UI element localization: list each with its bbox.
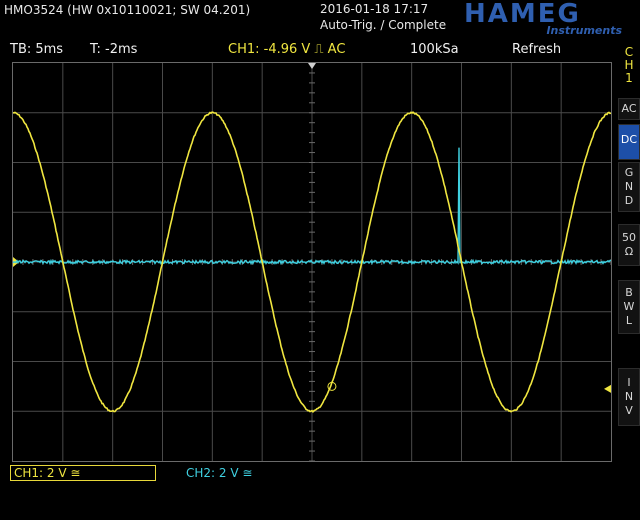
system-info: HMO3524 (HW 0x10110021; SW 04.201) bbox=[4, 3, 251, 17]
button-label: W bbox=[623, 300, 635, 313]
button-label: Ω bbox=[624, 245, 634, 258]
trigger-channel-readout[interactable]: CH1: -4.96 V ⎍ AC bbox=[228, 42, 345, 57]
button-label: DC bbox=[620, 133, 638, 146]
coupling-dc-button[interactable]: DC bbox=[618, 124, 640, 160]
trigger-position-marker bbox=[308, 63, 316, 69]
hameg-logo: HAMEG Instruments bbox=[464, 0, 634, 38]
impedance-50ohm-button[interactable]: 50 Ω bbox=[618, 224, 640, 266]
status-bar: TB: 5ms T: -2ms CH1: -4.96 V ⎍ AC 100kSa… bbox=[0, 40, 614, 60]
button-label: 50 bbox=[622, 231, 636, 244]
timebase-readout[interactable]: TB: 5ms bbox=[10, 42, 63, 57]
ch1-scale-label[interactable]: CH1: 2 V ≅ bbox=[10, 465, 156, 481]
trigger-time-readout[interactable]: T: -2ms bbox=[90, 42, 137, 57]
sample-rate-readout: 100kSa bbox=[410, 42, 459, 57]
invert-button[interactable]: I N V bbox=[618, 368, 640, 426]
bandwidth-limit-button[interactable]: B W L bbox=[618, 280, 640, 334]
waveform-display bbox=[13, 63, 611, 461]
trigger-level-marker bbox=[604, 384, 611, 393]
channel-select-indicator[interactable]: C H 1 bbox=[618, 46, 640, 96]
button-label: D bbox=[624, 194, 634, 207]
button-label: N bbox=[624, 180, 634, 193]
trigger-state: Auto-Trig. / Complete bbox=[320, 18, 447, 32]
button-label: AC bbox=[621, 102, 637, 115]
button-label: V bbox=[625, 404, 633, 417]
acquisition-mode-readout[interactable]: Refresh bbox=[512, 42, 561, 57]
button-label: I bbox=[627, 376, 631, 389]
button-label: G bbox=[624, 166, 634, 179]
button-label: L bbox=[625, 314, 633, 327]
datetime: 2016-01-18 17:17 bbox=[320, 2, 429, 16]
scope-graticule[interactable] bbox=[12, 62, 612, 462]
button-label: N bbox=[624, 390, 634, 403]
coupling-gnd-button[interactable]: G N D bbox=[618, 162, 640, 212]
channel-select-number: 1 bbox=[625, 71, 633, 85]
logo-subtitle: Instruments bbox=[546, 24, 622, 37]
ch2-scale-label[interactable]: CH2: 2 V ≅ bbox=[186, 466, 252, 480]
coupling-ac-button[interactable]: AC bbox=[618, 98, 640, 120]
button-label: B bbox=[625, 286, 633, 299]
